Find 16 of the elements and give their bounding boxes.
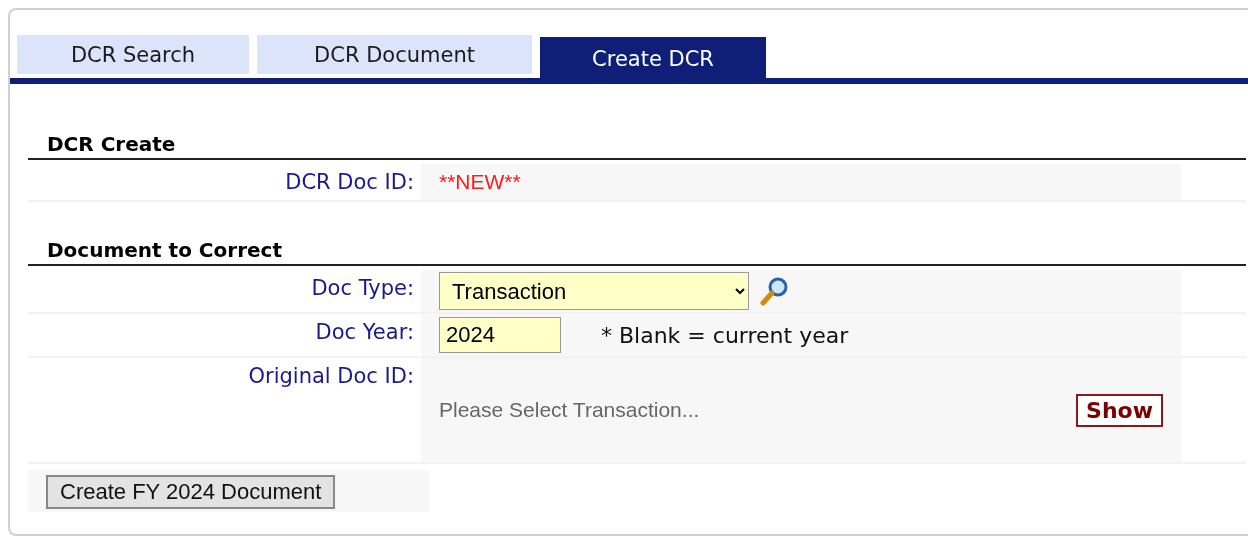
show-button[interactable]: Show	[1076, 393, 1163, 427]
field-label: Doc Year:	[314, 319, 414, 346]
tab[interactable]: DCR Search	[17, 35, 249, 74]
create-document-button[interactable]: Create FY 2024 Document	[46, 475, 336, 509]
doc-id-value: **NEW**	[439, 170, 521, 194]
hint-text: * Blank = current year	[601, 322, 849, 348]
tab[interactable]: Create DCR	[540, 37, 766, 80]
section-title: Document to Correct	[28, 238, 1246, 266]
tab[interactable]: DCR Document	[257, 35, 532, 74]
section-title: DCR Create	[28, 132, 1246, 160]
field-label: Doc Type:	[310, 275, 414, 302]
field-label: DCR Doc ID:	[284, 169, 414, 196]
doc-year-input[interactable]: 2024	[439, 317, 561, 353]
prompt-text: Please Select Transaction...	[439, 398, 701, 422]
doc-type-select[interactable]: Transaction	[439, 272, 749, 310]
field-label: Original Doc ID:	[247, 363, 414, 390]
